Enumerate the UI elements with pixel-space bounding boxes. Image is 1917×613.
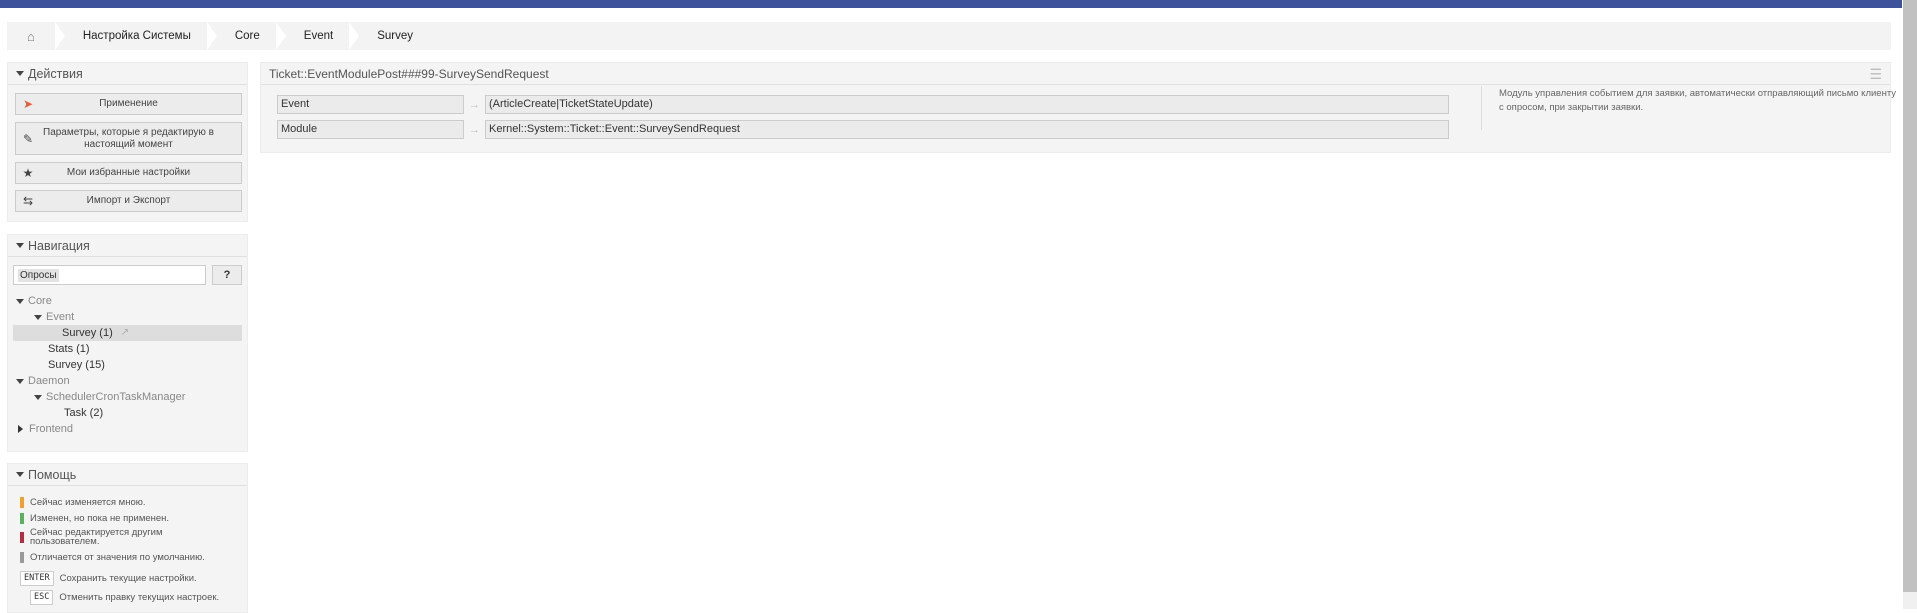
esc-key: ESC [30,590,54,605]
field-key: Module [277,120,464,139]
help-panel: Помощь Сейчас изменяется мною. Изменен, … [7,463,248,613]
actions-panel: Действия ➤ Применение ✎ Параметры, которые… [7,62,248,222]
tree-label: Task (2) [64,407,104,419]
collapse-icon [16,71,24,76]
field-row: Event → (ArticleCreate|TicketStateUpdate) [277,95,1449,114]
legend-label: Изменен, но пока не применен. [30,513,170,524]
tree-item-task[interactable]: Task (2) [64,405,103,421]
edit-icon: ✎ [22,131,34,146]
tree-item-survey-selected[interactable]: Survey (1) ↗ [13,325,242,341]
star-icon: ★ [22,166,34,180]
tree-label: Stats (1) [48,343,90,355]
button-label: Мои избранные настройки [66,167,191,178]
breadcrumb-item[interactable]: Core [213,22,286,50]
legend-label: Отличается от значения по умолчанию. [30,552,205,563]
shortcut-item: ESC Отменить правку текущих настроек. [30,590,219,605]
shortcut-label: Отменить правку текущих настроек. [59,592,220,603]
legend-item: Сейчас редактируется другим пользователе… [20,528,170,546]
breadcrumb-home[interactable]: ⌂ [7,22,65,50]
setting-header: Ticket::EventModulePost###99-SurveySendR… [261,63,1890,85]
legend-item: Изменен, но пока не применен. [20,513,169,524]
tree-label: Core [28,295,52,307]
navigation-search-input[interactable]: Опросы [13,265,206,285]
legend-label: Сейчас изменяется мною. [30,497,146,508]
actions-title: Действия [28,66,83,81]
legend-label: Сейчас редактируется другим пользователе… [30,527,163,547]
collapse-icon [16,472,24,477]
field-row: Module → Kernel::System::Ticket::Event::Su… [277,120,1449,139]
favorites-button[interactable]: ★ Мои избранные настройки [15,162,242,184]
legend-item: Отличается от значения по умолчанию. [20,552,205,563]
tree-label: SchedulerCronTaskManager [46,391,186,403]
arrow-right-icon: → [469,98,480,111]
tree-label: Frontend [29,423,74,435]
help-title: Помощь [28,467,77,482]
collapse-icon [16,243,24,248]
legend-item: Сейчас изменяется мною. [20,497,146,508]
tree-label: Event [46,311,75,323]
help-header[interactable]: Помощь [8,464,247,486]
button-label: Параметры, которые я редактирую в настоя… [43,126,214,150]
expanded-icon [16,378,24,384]
color-marker [20,531,24,543]
field-key: Event [277,95,464,114]
breadcrumb-item[interactable]: Event [282,22,360,50]
shortcut-item: ENTER Сохранить текущие настройки. [20,571,197,586]
hamburger-menu-icon[interactable]: ☰ [1869,66,1882,83]
tree-label: Survey (15) [48,359,105,371]
tree-item-core[interactable]: Core [16,293,52,309]
field-value-input[interactable]: (ArticleCreate|TicketStateUpdate) [485,95,1449,114]
tree-item-event[interactable]: Event [34,309,74,325]
setting-description: Модуль управления событием для заявки, а… [1499,88,1897,113]
home-icon: ⌂ [27,28,35,44]
top-bar [0,0,1902,8]
shortcut-label: Сохранить текущие настройки. [59,573,197,584]
apply-button[interactable]: ➤ Применение [15,93,242,115]
tree-label: Survey (1) [62,327,113,339]
color-marker [20,552,24,563]
button-label: Применение [99,98,158,109]
navigation-title: Навигация [28,238,90,253]
breadcrumb: ⌂ Настройка Системы Core Event Survey [7,22,1891,50]
color-marker [20,497,24,508]
navigation-panel: Навигация Опросы ? Core Event Survey (1)… [7,234,248,452]
button-label: Импорт и Экспорт [86,195,171,206]
tree-item-survey[interactable]: Survey (15) [48,357,105,373]
divider [1481,86,1482,130]
color-marker [20,513,24,524]
rocket-icon: ➤ [22,97,34,111]
expanded-icon [16,298,24,304]
tree-item-daemon[interactable]: Daemon [16,373,70,389]
expanded-icon [34,394,42,400]
enter-key: ENTER [20,571,54,586]
tree-item-frontend[interactable]: Frontend [18,421,73,437]
edited-settings-button[interactable]: ✎ Параметры, которые я редактирую в насто… [15,122,242,155]
scrollbar-thumb[interactable] [1903,0,1917,592]
exchange-icon: ⇆ [22,194,34,208]
help-button[interactable]: ? [212,265,242,285]
breadcrumb-item[interactable]: Настройка Системы [61,22,217,50]
actions-header[interactable]: Действия [8,63,247,85]
tree-item-stats[interactable]: Stats (1) [48,341,90,357]
collapsed-icon [18,425,23,433]
setting-panel: Ticket::EventModulePost###99-SurveySendR… [260,62,1896,153]
search-value: Опросы [18,269,59,282]
tree-label: Daemon [28,375,70,387]
expanded-icon [34,314,42,320]
external-link-icon[interactable]: ↗ [121,325,129,341]
setting-title: Ticket::EventModulePost###99-SurveySendR… [269,66,549,81]
arrow-right-icon: → [469,123,480,136]
import-export-button[interactable]: ⇆ Импорт и Экспорт [15,190,242,212]
navigation-header[interactable]: Навигация [8,235,247,257]
tree-item-scheduler[interactable]: SchedulerCronTaskManager [34,389,185,405]
breadcrumb-item[interactable]: Survey [355,22,435,50]
field-value-input[interactable]: Kernel::System::Ticket::Event::SurveySen… [485,120,1449,139]
